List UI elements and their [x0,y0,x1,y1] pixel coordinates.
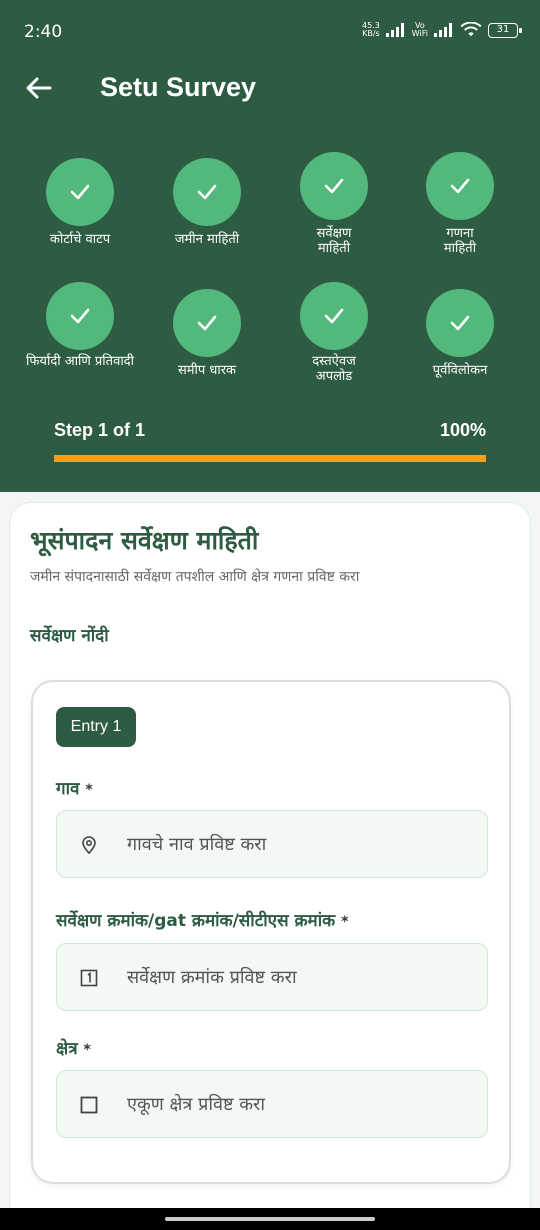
progress-percent-text: 100% [439,420,486,440]
step-label: समीप धारक [177,363,237,378]
status-bar: 2:40 45.3 KB/s Vo WiFi 31 [0,0,540,64]
status-time: 2:40 [24,22,63,42]
required-mark: * [85,782,93,798]
wifi-icon [460,22,482,37]
back-arrow-icon[interactable] [24,73,54,103]
number-box-icon [80,969,98,987]
check-icon [173,289,241,357]
step-label: पूर्वविलोकन [432,363,488,378]
survey-number-label: सर्वेक्षण क्रमांक/gat क्रमांक/सीटीएस क्र… [56,908,348,931]
volte-bottom: WiFi [411,29,428,38]
progress-bar [54,455,486,462]
section-title: सर्वेक्षण नोंदी [30,626,109,646]
step-label: सर्वेक्षण माहिती [316,226,352,256]
step-survey-info[interactable]: सर्वेक्षण माहिती [268,152,400,256]
survey-number-field[interactable] [56,943,488,1011]
survey-number-label-text: सर्वेक्षण क्रमांक/gat क्रमांक/सीटीएस क्र… [56,911,336,931]
check-icon [300,152,368,220]
location-pin-icon [82,836,96,855]
signal-icon [385,23,406,37]
home-gesture-pill[interactable] [165,1217,375,1221]
status-icons: 45.3 KB/s Vo WiFi 31 [362,22,522,38]
area-label: क्षेत्र * [56,1036,91,1059]
village-label: गाव * [56,776,93,799]
step-plaintiff-defendant[interactable]: फिर्यादी आणि प्रतिवादी [14,282,146,369]
step-count-info[interactable]: गणना माहिती [394,152,526,256]
area-field[interactable] [56,1070,488,1138]
area-label-text: क्षेत्र [56,1039,78,1059]
step-label: फिर्यादी आणि प्रतिवादी [26,354,134,369]
village-input[interactable] [127,811,477,877]
check-icon [46,158,114,226]
battery-icon: 31 [488,22,522,38]
area-input[interactable] [127,1071,477,1137]
check-icon [173,158,241,226]
network-speed-unit: KB/s [362,29,380,38]
step-document-upload[interactable]: दस्तऐवज अपलोड [268,282,400,384]
step-adjacent-holder[interactable]: समीप धारक [141,289,273,378]
check-icon [426,289,494,357]
network-speed: 45.3 KB/s [362,22,380,38]
signal-icon-2 [434,23,454,37]
required-mark: * [341,914,349,930]
card-subtitle: जमीन संपादनासाठी सर्वेक्षण तपशील आणि क्ष… [30,569,360,585]
step-label: गणना माहिती [443,226,477,256]
check-icon [300,282,368,350]
required-mark: * [83,1042,91,1058]
square-icon [80,1096,98,1114]
system-nav-bar [0,1208,540,1230]
step-preview[interactable]: पूर्वविलोकन [394,289,526,378]
step-court-allocation[interactable]: कोर्टाचे वाटप [14,158,146,247]
step-label: जमीन माहिती [174,232,240,247]
step-label: दस्तऐवज अपलोड [312,354,356,384]
village-label-text: गाव [56,779,80,799]
entry-badge: Entry 1 [56,707,136,747]
app-header: 2:40 45.3 KB/s Vo WiFi 31 Setu Survey को… [0,0,540,492]
check-icon [426,152,494,220]
check-icon [46,282,114,350]
volte-indicator: Vo WiFi [412,22,428,38]
page-title: Setu Survey [100,72,257,102]
progress-bar-fill [54,455,486,462]
step-label: कोर्टाचे वाटप [49,232,111,247]
card-title: भूसंपादन सर्वेक्षण माहिती [30,526,259,555]
village-field[interactable] [56,810,488,878]
survey-entry-card: Entry 1 गाव * सर्वेक्षण क्रमांक/gat क्रम… [31,680,511,1184]
progress-step-text: Step 1 of 1 [54,420,146,440]
step-land-info[interactable]: जमीन माहिती [141,158,273,247]
survey-card: भूसंपादन सर्वेक्षण माहिती जमीन संपादनासा… [9,502,531,1230]
survey-number-input[interactable] [127,944,477,1010]
